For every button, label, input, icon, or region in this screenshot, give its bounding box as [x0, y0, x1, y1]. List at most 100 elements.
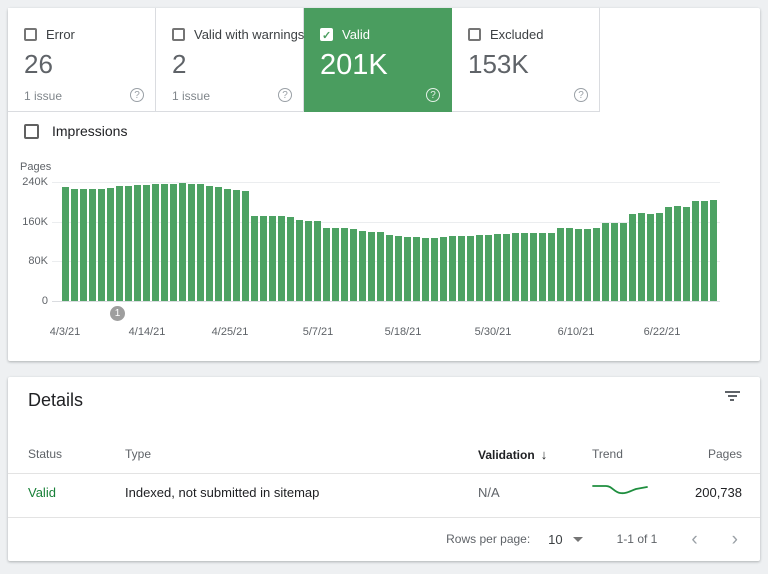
bar[interactable] — [584, 229, 591, 301]
bar[interactable] — [602, 223, 609, 301]
column-header-trend[interactable]: Trend — [592, 447, 623, 461]
chart-annotation-marker[interactable]: 1 — [110, 306, 125, 321]
bar[interactable] — [215, 187, 222, 301]
impressions-toggle[interactable]: Impressions — [24, 123, 127, 139]
card-excluded[interactable]: Excluded 153K ? — [452, 8, 600, 112]
filter-icon[interactable] — [723, 391, 741, 407]
valid-checkbox-checked[interactable]: ✓ — [320, 28, 333, 41]
bar[interactable] — [638, 213, 645, 301]
bar[interactable] — [269, 216, 276, 301]
bar[interactable] — [629, 214, 636, 301]
bar[interactable] — [611, 223, 618, 301]
bar[interactable] — [296, 220, 303, 301]
bar[interactable] — [80, 189, 87, 301]
help-icon[interactable]: ? — [130, 88, 144, 102]
bar[interactable] — [485, 235, 492, 301]
column-header-validation[interactable]: Validation↓ — [478, 447, 547, 462]
rows-per-page-dropdown-icon[interactable] — [573, 537, 583, 542]
bar[interactable] — [620, 223, 627, 301]
bar[interactable] — [179, 183, 186, 301]
bar[interactable] — [512, 233, 519, 301]
bar[interactable] — [62, 187, 69, 301]
bar[interactable] — [152, 184, 159, 301]
bar[interactable] — [278, 216, 285, 301]
help-icon[interactable]: ? — [278, 88, 292, 102]
bar[interactable] — [305, 221, 312, 301]
bar[interactable] — [458, 236, 465, 301]
bar[interactable] — [548, 233, 555, 301]
bar[interactable] — [242, 191, 249, 301]
bar[interactable] — [206, 186, 213, 301]
bar[interactable] — [170, 184, 177, 301]
bar[interactable] — [593, 228, 600, 301]
column-header-type[interactable]: Type — [125, 447, 151, 461]
valid-with-warnings-checkbox[interactable] — [172, 28, 185, 41]
bar[interactable] — [530, 233, 537, 301]
bar[interactable] — [359, 231, 366, 301]
bar[interactable] — [395, 236, 402, 301]
bar[interactable] — [71, 189, 78, 301]
bar[interactable] — [287, 217, 294, 301]
bar[interactable] — [575, 229, 582, 301]
bar[interactable] — [710, 200, 717, 301]
error-checkbox[interactable] — [24, 28, 37, 41]
bar[interactable] — [368, 232, 375, 301]
bar[interactable] — [539, 233, 546, 301]
bar[interactable] — [503, 234, 510, 301]
bar[interactable] — [314, 221, 321, 301]
bar[interactable] — [476, 235, 483, 301]
bar[interactable] — [224, 189, 231, 301]
bar[interactable] — [467, 236, 474, 301]
bar[interactable] — [188, 184, 195, 301]
bar[interactable] — [422, 238, 429, 301]
next-page-icon[interactable]: › — [732, 530, 738, 549]
card-valid-with-warnings[interactable]: Valid with warnings 2 1 issue ? — [156, 8, 304, 112]
bar[interactable] — [674, 206, 681, 301]
bar[interactable] — [665, 207, 672, 301]
bar[interactable] — [197, 184, 204, 301]
bar[interactable] — [89, 189, 96, 301]
bar[interactable] — [377, 232, 384, 301]
bar[interactable] — [521, 233, 528, 301]
bar[interactable] — [116, 186, 123, 301]
bar-series[interactable] — [62, 180, 719, 301]
bar[interactable] — [107, 188, 114, 301]
bar[interactable] — [557, 228, 564, 301]
card-error[interactable]: Error 26 1 issue ? — [8, 8, 156, 112]
bar[interactable] — [251, 216, 258, 301]
row-status[interactable]: Valid — [28, 485, 56, 500]
rows-per-page-value[interactable]: 10 — [548, 532, 562, 547]
bar[interactable] — [656, 213, 663, 301]
bar[interactable] — [431, 238, 438, 301]
column-header-pages[interactable]: Pages — [708, 447, 742, 461]
bar[interactable] — [332, 228, 339, 301]
bar[interactable] — [701, 201, 708, 301]
excluded-checkbox[interactable] — [468, 28, 481, 41]
previous-page-icon[interactable]: ‹ — [691, 530, 697, 549]
bar[interactable] — [161, 184, 168, 301]
bar[interactable] — [449, 236, 456, 301]
bar[interactable] — [323, 228, 330, 301]
help-icon[interactable]: ? — [574, 88, 588, 102]
bar[interactable] — [260, 216, 267, 301]
card-valid[interactable]: ✓ Valid 201K ? — [304, 8, 452, 112]
bar[interactable] — [566, 228, 573, 301]
column-header-status[interactable]: Status — [28, 447, 62, 461]
bar[interactable] — [98, 189, 105, 301]
bar[interactable] — [125, 186, 132, 301]
bar[interactable] — [350, 229, 357, 301]
bar[interactable] — [233, 190, 240, 301]
bar[interactable] — [683, 207, 690, 301]
bar[interactable] — [134, 185, 141, 301]
help-icon[interactable]: ? — [426, 88, 440, 102]
bar[interactable] — [386, 235, 393, 301]
bar[interactable] — [341, 228, 348, 301]
bar[interactable] — [143, 185, 150, 301]
bar[interactable] — [692, 201, 699, 301]
bar[interactable] — [413, 237, 420, 301]
bar[interactable] — [440, 237, 447, 301]
bar[interactable] — [647, 214, 654, 301]
bar[interactable] — [494, 234, 501, 301]
bar[interactable] — [404, 237, 411, 301]
impressions-checkbox[interactable] — [24, 124, 39, 139]
